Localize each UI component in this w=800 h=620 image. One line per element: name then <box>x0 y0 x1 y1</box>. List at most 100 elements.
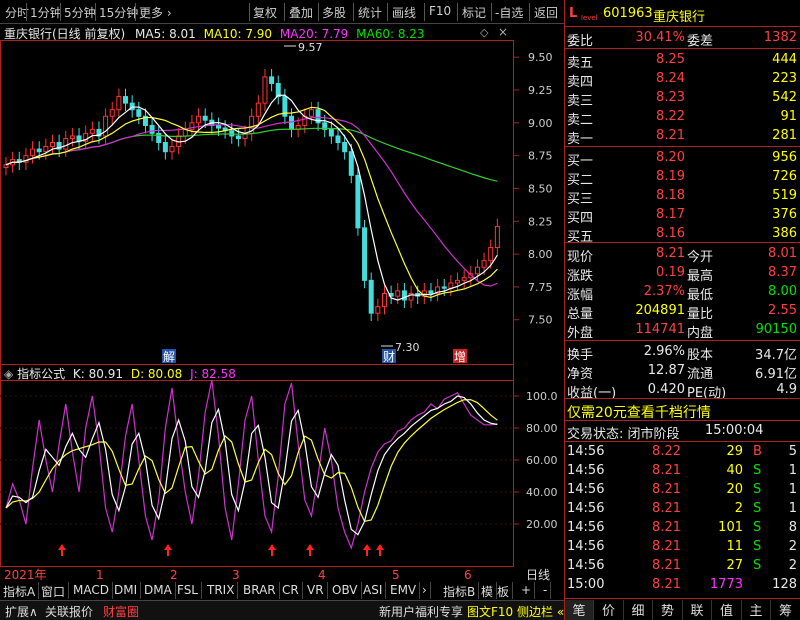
toolbar-item-15min[interactable]: 15分钟 <box>99 4 138 21</box>
toolbar-item-diejia[interactable]: 叠加 <box>289 4 313 21</box>
candle-body <box>328 128 334 137</box>
toolbar-item-more[interactable]: 更多 › <box>139 4 172 21</box>
kline-chart[interactable]: 9.50 9.25 9.00 8.75 8.50 8.25 8.00 7.75 7.50 100… <box>0 24 564 582</box>
tab-trix[interactable]: TRIX <box>204 582 239 599</box>
sell-level-row: 卖二 8.22 91 <box>565 107 800 128</box>
expand-button[interactable]: 扩展∧ <box>2 601 41 620</box>
tab-indicator-a[interactable]: 指标A <box>0 582 40 599</box>
tick-volume: 101 <box>718 520 743 535</box>
toolbar-item-fanhui[interactable]: 返回 <box>534 4 558 21</box>
tick-time: 15:00 <box>567 577 605 592</box>
svg-text:解: 解 <box>163 350 175 364</box>
kdj-j-line <box>5 379 498 550</box>
candle-body <box>348 151 354 176</box>
candle-body <box>481 260 487 268</box>
indicator-axis-label: 100.0 <box>526 390 558 403</box>
tick-side: S <box>753 463 762 478</box>
quote-row: 外盘 114741 内盘 90150 <box>565 320 800 341</box>
toolbar-item-tongji[interactable]: 统计 <box>358 4 382 21</box>
tab-more-arrow[interactable]: › <box>419 582 431 599</box>
f10-button[interactable]: 图文F10 <box>464 601 516 620</box>
chart-toolbar: 分时 1分钟 5分钟 15分钟 更多 › 复权 叠加 多股 统计 画线 F10 … <box>0 0 564 24</box>
tick-price: 8.21 <box>652 577 681 592</box>
high-marker: 9.57 <box>284 41 323 54</box>
candle-body <box>3 164 9 168</box>
tab-indicator-b[interactable]: 指标B <box>440 582 480 599</box>
tab-dma[interactable]: DMA <box>141 582 176 599</box>
panel-tab[interactable]: 笔 <box>565 600 594 620</box>
kdj-d-line <box>5 399 498 523</box>
quote-value: 2.37% <box>643 284 685 299</box>
tab-cr[interactable]: CR <box>279 582 303 599</box>
wealth-circle-button[interactable]: 财富圈 <box>100 601 142 620</box>
panel-tab[interactable]: 细 <box>624 600 653 620</box>
price-axis-label: 8.00 <box>528 248 553 261</box>
candle-body <box>69 135 75 140</box>
panel-tab[interactable]: 联 <box>683 600 712 620</box>
svg-text:4: 4 <box>318 568 326 582</box>
zoom-in-button[interactable]: + <box>518 582 536 599</box>
level-label: 卖一 <box>567 132 594 147</box>
toolbar-item-huaxian[interactable]: 画线 <box>392 4 416 21</box>
fundamental-row: 净资 12.87 流通 6.91亿 <box>565 361 800 382</box>
level-volume: 726 <box>772 169 797 184</box>
tab-obv[interactable]: OBV <box>329 582 362 599</box>
tick-volume: 29 <box>726 444 743 459</box>
tab-fsl[interactable]: FSL <box>174 582 202 599</box>
toolbar-item-zixuan[interactable]: -自选 <box>495 4 523 21</box>
fund-value: 12.87 <box>647 363 685 378</box>
candle-body <box>355 174 361 229</box>
sell-level-row: 卖五 8.25 444 <box>565 50 800 71</box>
sidebar-toggle[interactable]: 侧边栏 « <box>514 601 567 620</box>
toolbar-item-biaoji[interactable]: 标记 <box>462 4 486 21</box>
tab-brar[interactable]: BRAR <box>240 582 280 599</box>
panel-tab[interactable]: 筹 <box>771 600 800 620</box>
tab-dmi[interactable]: DMI <box>111 582 142 599</box>
tick-time: 14:56 <box>567 501 605 516</box>
chart-close-icon[interactable]: × <box>498 25 508 39</box>
tick-volume: 40 <box>726 463 743 478</box>
panel-tab[interactable]: 价 <box>594 600 624 620</box>
buy-signal-arrow-icon <box>58 544 66 556</box>
toolbar-item-5min[interactable]: 5分钟 <box>64 4 96 21</box>
toolbar-item-duogu[interactable]: 多股 <box>322 4 346 21</box>
toolbar-item-f10[interactable]: F10 <box>429 4 451 18</box>
candle-body <box>362 227 368 281</box>
tick-count: 1 <box>788 501 797 516</box>
candle-body <box>215 124 221 129</box>
tab-macd[interactable]: MACD <box>70 582 113 599</box>
panel-tab[interactable]: 值 <box>712 600 742 620</box>
new-user-promo-link[interactable]: 新用户福利专享 <box>376 601 466 620</box>
chart-settings-icon[interactable]: ◇ <box>480 26 488 39</box>
level-volume: 956 <box>772 150 797 165</box>
level-volume: 91 <box>780 109 797 124</box>
candle-body <box>49 142 55 147</box>
tab-ban[interactable]: 板 <box>494 582 514 599</box>
panel-tab[interactable]: 势 <box>653 600 683 620</box>
candle-body <box>269 76 275 84</box>
buy-level-row: 买五 8.16 386 <box>565 224 800 245</box>
ma20-line <box>5 116 498 287</box>
tab-vr[interactable]: VR <box>304 582 328 599</box>
toolbar-item-1min[interactable]: 1分钟 <box>30 4 62 21</box>
level-price: 8.20 <box>656 150 685 165</box>
candle-body <box>116 96 122 111</box>
related-quote-button[interactable]: 关联报价 <box>42 601 96 620</box>
candle-body <box>76 135 82 142</box>
quote-label: 内盘 <box>687 326 714 341</box>
tick-price: 8.21 <box>652 558 681 573</box>
quote-row: 现价 8.21 今开 8.01 <box>565 244 800 265</box>
tab-window[interactable]: 窗口 <box>38 582 70 599</box>
promo-row[interactable]: 仅需20元查看千档行情 <box>565 400 800 421</box>
indicator-axis-label: 60.00 <box>526 454 558 467</box>
candle-body <box>441 286 447 289</box>
tab-emv[interactable]: EMV <box>387 582 421 599</box>
candle-body <box>275 82 281 98</box>
svg-text:1: 1 <box>96 568 104 582</box>
zoom-out-button[interactable]: - <box>540 582 552 599</box>
tab-asi[interactable]: ASI <box>360 582 387 599</box>
panel-tab[interactable]: 主 <box>742 600 771 620</box>
toolbar-item-fuquan[interactable]: 复权 <box>253 4 277 21</box>
sell-level-row: 卖三 8.23 542 <box>565 88 800 109</box>
tick-volume: 2 <box>734 501 743 516</box>
